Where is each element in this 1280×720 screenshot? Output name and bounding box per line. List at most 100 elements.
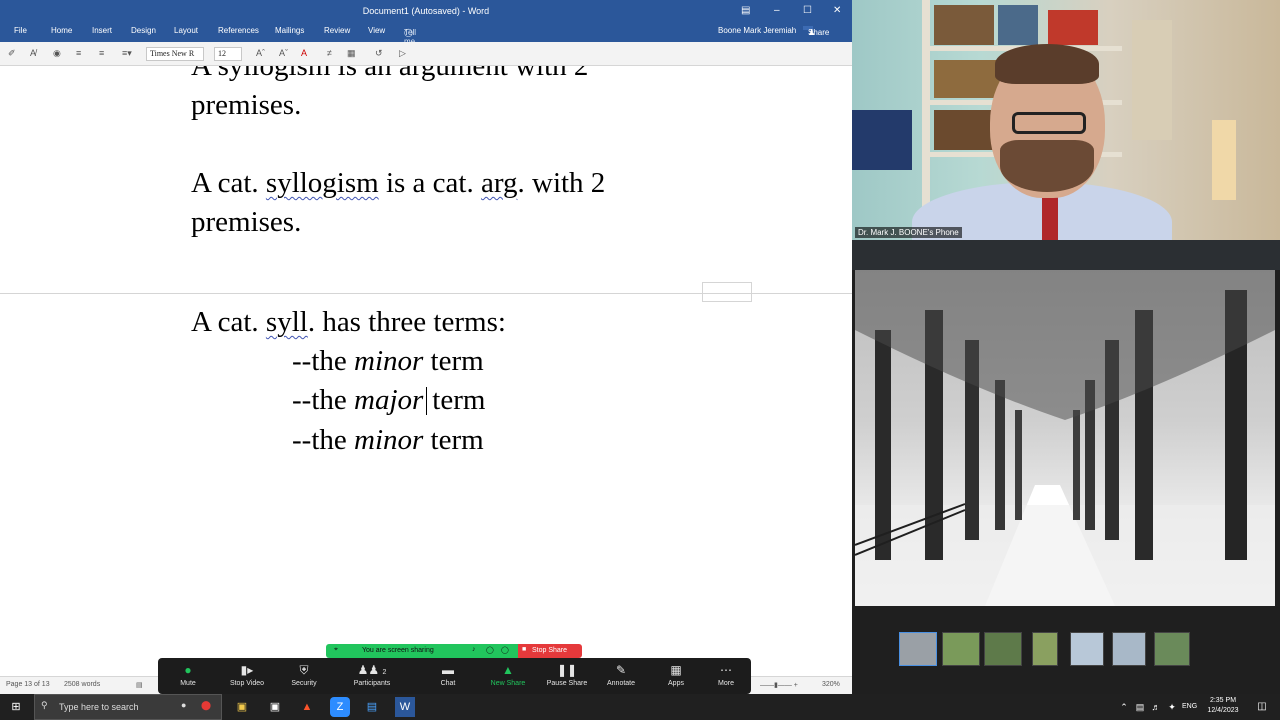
- chat-icon: ▬: [442, 663, 454, 677]
- spelling-flag[interactable]: arg: [481, 167, 518, 199]
- tab-insert[interactable]: Insert: [92, 26, 112, 35]
- thumbnail-strip: [852, 606, 1280, 694]
- bullets-icon[interactable]: ≡▾: [122, 48, 132, 59]
- tab-review[interactable]: Review: [324, 26, 350, 35]
- camera-app-icon[interactable]: ▣: [265, 697, 285, 717]
- align-left-icon[interactable]: ≡: [99, 48, 104, 58]
- bluetooth-icon[interactable]: ✦: [1162, 697, 1182, 717]
- zoom-app-icon[interactable]: Z: [330, 697, 350, 717]
- shield-icon[interactable]: ◯: [501, 646, 509, 654]
- apps-button[interactable]: ▦ Apps: [658, 658, 694, 694]
- clear-format-icon[interactable]: A̸: [30, 48, 36, 58]
- tab-layout[interactable]: Layout: [174, 26, 198, 35]
- window-title: Document1 (Autosaved) - Word: [362, 6, 490, 16]
- redo-icon[interactable]: ▷: [399, 48, 406, 59]
- participants-icon: ♟♟ 2: [357, 663, 387, 677]
- chat-button[interactable]: ▬ Chat: [430, 658, 466, 694]
- maximize-icon[interactable]: ☐: [803, 5, 812, 16]
- record-icon: ⬤: [201, 700, 212, 710]
- ribbon-tabs: File Home Insert Design Layout Reference…: [0, 24, 852, 91]
- stop-video-button[interactable]: ▮▸ Stop Video: [224, 658, 270, 694]
- font-name-select[interactable]: Times New R: [146, 47, 204, 61]
- font-size-select[interactable]: 12: [214, 47, 242, 61]
- undo-icon[interactable]: ↺: [375, 48, 383, 59]
- snowy-avenue-image: [855, 270, 1275, 606]
- shared-photo: [855, 270, 1275, 606]
- thumbnail[interactable]: [1070, 632, 1104, 666]
- word-app-icon[interactable]: W: [395, 697, 415, 717]
- document-canvas[interactable]: A syllogism is an argument with 2 premis…: [0, 66, 852, 676]
- strikethrough-icon[interactable]: ≠: [327, 48, 332, 58]
- list-item: --the major term: [292, 384, 486, 416]
- word-count[interactable]: 2508 words: [64, 681, 100, 688]
- empty-text-box[interactable]: [702, 282, 752, 302]
- ribbon-display-icon[interactable]: ▤: [741, 5, 750, 16]
- audio-icon[interactable]: ♪: [472, 646, 476, 653]
- font-color-icon[interactable]: A: [301, 48, 307, 58]
- pause-circle-icon[interactable]: ◯: [486, 646, 494, 654]
- close-icon[interactable]: ✕: [833, 5, 841, 16]
- thumbnail[interactable]: [984, 632, 1022, 666]
- minimize-icon[interactable]: –: [774, 5, 780, 16]
- share-label: Share: [808, 28, 830, 37]
- drag-handle-icon[interactable]: ⌖: [334, 646, 338, 654]
- notification-icon[interactable]: ◫: [1252, 697, 1272, 717]
- proofing-icon[interactable]: ▤: [136, 681, 143, 689]
- thumbnail[interactable]: [942, 632, 980, 666]
- shrink-font-icon[interactable]: Aˇ: [279, 48, 288, 58]
- stop-share-button[interactable]: ■ Stop Share: [518, 644, 582, 658]
- search-placeholder: Type here to search: [59, 702, 139, 712]
- spelling-flag[interactable]: syll: [266, 306, 308, 338]
- taskbar-search[interactable]: ⚲ Type here to search ● ⬤: [34, 694, 222, 720]
- tab-design[interactable]: Design: [131, 26, 156, 35]
- align-center-icon[interactable]: ≡: [76, 48, 81, 58]
- security-button[interactable]: ⛨ Security: [284, 658, 324, 694]
- thumbnail[interactable]: [1154, 632, 1190, 666]
- list-item: --the minor term: [292, 345, 484, 377]
- format-painter-icon[interactable]: ✐: [8, 48, 16, 59]
- video-camera-icon: ▮▸: [240, 663, 254, 677]
- title-bar: Document1 (Autosaved) - Word ▤ – ☐ ✕ Fil…: [0, 0, 852, 91]
- file-explorer-icon[interactable]: ▣: [232, 697, 252, 717]
- tab-view[interactable]: View: [368, 26, 385, 35]
- paint-app-icon[interactable]: ▤: [362, 697, 382, 717]
- doc-line: premises.: [191, 89, 302, 121]
- text-cursor: [426, 387, 428, 415]
- doc-line: premises.: [191, 206, 302, 238]
- windows-taskbar: ⊞ ⚲ Type here to search ● ⬤ ▣ ▣ ▲ Z ▤ W …: [0, 694, 1280, 720]
- brave-browser-icon[interactable]: ▲: [297, 697, 317, 717]
- zoom-level[interactable]: 320%: [822, 681, 840, 688]
- spelling-flag[interactable]: syllogism: [266, 167, 379, 199]
- thumbnail[interactable]: [1112, 632, 1146, 666]
- windows-start-icon[interactable]: ⊞: [6, 697, 26, 717]
- meeting-controls: ● Mute ▮▸ Stop Video ⛨ Security ♟♟ 2 Partici…: [158, 658, 751, 694]
- table-icon[interactable]: ▦: [347, 48, 356, 59]
- more-button[interactable]: ⋯ More: [708, 658, 744, 694]
- annotate-icon: ✎: [615, 663, 627, 677]
- tab-mailings[interactable]: Mailings: [275, 26, 304, 35]
- participant-video[interactable]: [852, 0, 1280, 240]
- annotate-button[interactable]: ✎ Annotate: [600, 658, 642, 694]
- participants-button[interactable]: ♟♟ 2 Participants: [344, 658, 400, 694]
- language-indicator[interactable]: ENG: [1182, 703, 1197, 710]
- list-item: --the minor term: [292, 424, 484, 456]
- user-name[interactable]: Boone Mark Jeremiah: [718, 26, 796, 35]
- stop-share-label: Stop Share: [532, 647, 568, 654]
- sharing-status: You are screen sharing: [362, 647, 434, 654]
- new-share-button[interactable]: ▲ New Share: [484, 658, 532, 694]
- tab-references[interactable]: References: [218, 26, 259, 35]
- tab-home[interactable]: Home: [51, 26, 72, 35]
- page-count[interactable]: Page 13 of 13: [6, 681, 50, 688]
- stop-icon: ■: [522, 646, 527, 653]
- thumbnail[interactable]: [1032, 632, 1058, 666]
- doc-line: A cat. syll. has three terms:: [191, 306, 506, 338]
- grow-font-icon[interactable]: Aˆ: [256, 48, 265, 58]
- mute-button[interactable]: ● Mute: [170, 658, 206, 694]
- share-button[interactable]: ♟ Share: [803, 26, 829, 37]
- system-clock[interactable]: 2:35 PM 12/4/2023: [1200, 696, 1246, 716]
- zoom-slider[interactable]: ——▮—— +: [760, 681, 798, 689]
- highlight-icon[interactable]: ◉: [53, 48, 61, 59]
- pause-share-button[interactable]: ❚❚ Pause Share: [542, 658, 592, 694]
- thumbnail[interactable]: [899, 632, 937, 666]
- tab-file[interactable]: File: [14, 26, 27, 35]
